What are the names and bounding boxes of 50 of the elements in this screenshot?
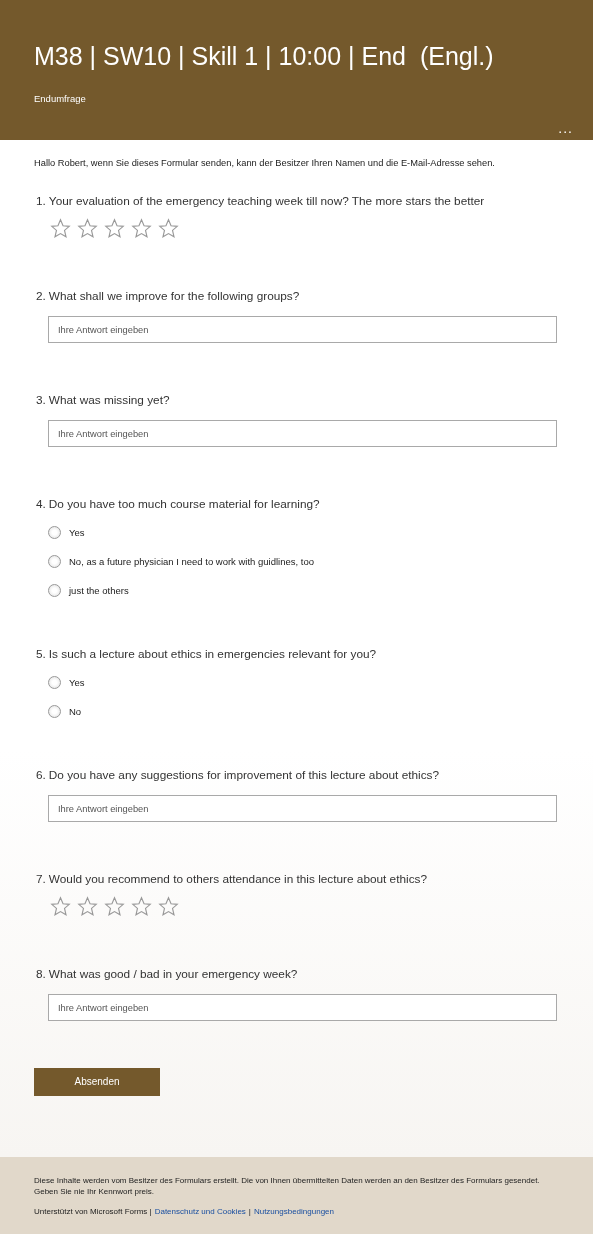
question-text: What was good / bad in your emergency week? [48, 967, 298, 981]
star-icon[interactable] [158, 896, 179, 917]
option-label: No, as a future physician I need to work with guidlines, too [69, 556, 315, 567]
question-text: What was missing yet? [48, 393, 170, 407]
star-icon[interactable] [50, 896, 71, 917]
notice-text: Hallo Robert, wenn Sie dieses Formular senden, kann der Besitzer Ihren Namen und die E-Mail-Adresse sehen. [34, 158, 496, 168]
radio-button[interactable] [48, 584, 61, 597]
question-text: Do you have too much course material for learning? [48, 497, 320, 511]
star-icon[interactable] [77, 896, 98, 917]
question-number: 1. [36, 194, 46, 208]
option-label: Yes [69, 677, 85, 688]
option-label: No [69, 706, 82, 717]
radio-button[interactable] [48, 526, 61, 539]
terms-link[interactable]: Nutzungsbedingungen [253, 1207, 334, 1216]
star-icon[interactable] [50, 218, 71, 239]
question-text: Do you have any suggestions for improvement of this lecture about ethics? [48, 768, 439, 782]
privacy-link[interactable]: Datenschutz und Cookies [154, 1207, 246, 1216]
question-text: Would you recommend to others attendance in this lecture about ethics? [48, 872, 427, 886]
radio-button[interactable] [48, 555, 61, 568]
star-icon[interactable] [104, 218, 125, 239]
question-text: What shall we improve for the following groups? [48, 289, 300, 303]
question-number: 2. [36, 289, 46, 303]
answer-field[interactable]: Ihre Antwort eingeben [48, 795, 557, 822]
star-icon[interactable] [77, 218, 98, 239]
form-title: M38 | SW10 | Skill 1 | 10:00 | End (Engl.) [34, 42, 495, 71]
star-icon[interactable] [104, 896, 125, 917]
question-number: 6. [36, 768, 46, 782]
star-icon[interactable] [131, 896, 152, 917]
option-label: Yes [69, 527, 85, 538]
form-subtitle: Endumfrage [34, 93, 87, 104]
powered-by-text: Unterstützt von Microsoft Forms | [34, 1207, 152, 1216]
answer-field[interactable]: Ihre Antwort eingeben [48, 994, 557, 1021]
question-number: 5. [36, 647, 46, 661]
star-icon[interactable] [131, 218, 152, 239]
submit-button[interactable]: Absenden [34, 1067, 160, 1096]
more-button[interactable]: ... [558, 120, 573, 136]
answer-field[interactable]: Ihre Antwort eingeben [48, 316, 557, 343]
disclaimer-text: Diese Inhalte werden vom Besitzer des Formulars erstellt. Die von Ihnen übermittelten Daten werden an den Besitzer des Formulars gesendet. Geben Sie nie Ihr Kennwort preis. [34, 1175, 541, 1197]
question-text: Your evaluation of the emergency teaching week till now? The more stars the better [48, 194, 485, 208]
option-label: just the others [69, 585, 129, 596]
answer-field[interactable]: Ihre Antwort eingeben [48, 420, 557, 447]
radio-button[interactable] [48, 705, 61, 718]
question-number: 3. [36, 393, 46, 407]
question-text: Is such a lecture about ethics in emergencies relevant for you? [48, 647, 377, 661]
question-number: 7. [36, 872, 46, 886]
star-icon[interactable] [158, 218, 179, 239]
question-number: 8. [36, 967, 46, 981]
separator-text: | [248, 1207, 251, 1216]
question-number: 4. [36, 497, 46, 511]
radio-button[interactable] [48, 676, 61, 689]
